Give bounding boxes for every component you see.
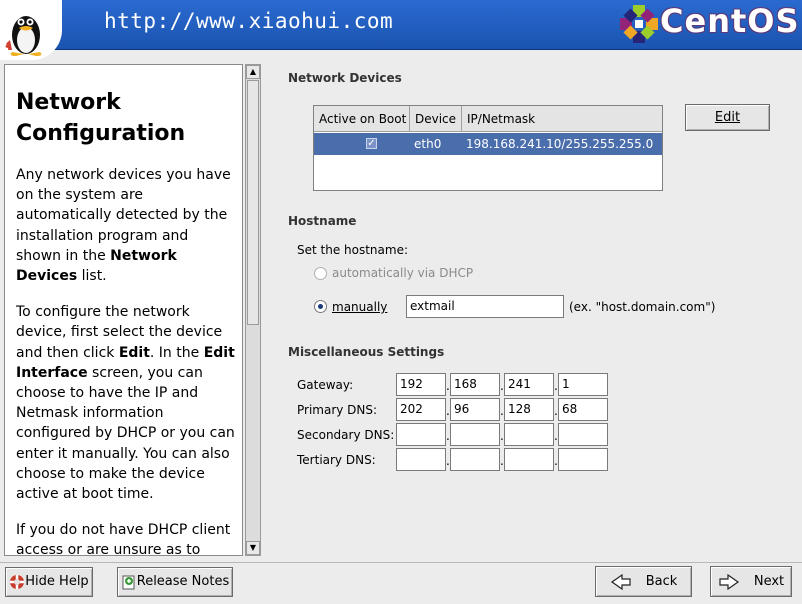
header-url: http://www.xiaohui.com	[104, 9, 394, 33]
ip-octet-input[interactable]: 241	[504, 373, 554, 396]
misc-row-label: Tertiary DNS:	[297, 453, 376, 467]
tux-logo	[0, 0, 62, 60]
misc-row-label: Secondary DNS:	[297, 428, 395, 442]
help-paragraph: If you do not have DHCP client access or…	[16, 520, 236, 556]
ip-octet-input[interactable]	[396, 423, 446, 446]
edit-button[interactable]: Edit	[685, 104, 770, 131]
scroll-down-button[interactable]: ▼	[246, 541, 260, 555]
ip-octet-input[interactable]: 1	[558, 373, 608, 396]
ip-octet-input[interactable]	[450, 448, 500, 471]
help-title: Network Configuration	[16, 87, 242, 149]
help-text: If you do not have DHCP client access or…	[16, 522, 231, 556]
ip-netmask-cell: 198.168.241.10/255.255.255.0	[466, 137, 654, 151]
hostname-title: Hostname	[288, 214, 357, 228]
help-text: list.	[77, 268, 107, 285]
dhcp-radio[interactable]	[314, 267, 327, 280]
help-scrollbar[interactable]: ▲ ▼	[245, 64, 261, 556]
ip-octet-input[interactable]	[504, 423, 554, 446]
ip-octet-input[interactable]: 128	[504, 398, 554, 421]
next-label: Next	[753, 574, 785, 589]
release-notes-button[interactable]: Release Notes	[117, 567, 233, 597]
help-title-line1: Network	[16, 90, 121, 115]
ip-octet-input[interactable]: 202	[396, 398, 446, 421]
hostname-example: (ex. "host.domain.com")	[569, 300, 716, 314]
ip-octet-input[interactable]	[396, 448, 446, 471]
network-devices-title: Network Devices	[288, 71, 402, 85]
ip-octet-input[interactable]	[558, 423, 608, 446]
back-button[interactable]: Back	[595, 566, 692, 597]
dhcp-option-label[interactable]: automatically via DHCP	[332, 266, 473, 280]
help-paragraph: To configure the network device, first s…	[16, 302, 236, 504]
misc-row-label: Gateway:	[297, 378, 354, 392]
release-notes-label: Release Notes	[136, 574, 230, 589]
device-cell: eth0	[414, 137, 442, 151]
active-on-boot-checkbox[interactable]: ✓	[366, 138, 377, 149]
footer-divider	[0, 562, 802, 563]
back-label: Back	[645, 574, 678, 589]
edit-button-label: Edit	[714, 110, 741, 125]
ip-octet-input[interactable]: 68	[558, 398, 608, 421]
next-arrow-icon	[719, 573, 739, 590]
network-devices-table[interactable]: Active on Boot Device IP/Netmask ✓ eth0 …	[313, 105, 663, 191]
column-header-ip-netmask[interactable]: IP/Netmask	[462, 106, 662, 132]
ip-octet-input[interactable]	[504, 448, 554, 471]
misc-settings-title: Miscellaneous Settings	[288, 345, 445, 359]
column-header-active-on-boot[interactable]: Active on Boot	[314, 106, 410, 132]
scroll-thumb[interactable]	[247, 80, 259, 325]
next-button[interactable]: Next	[710, 566, 792, 597]
manual-radio[interactable]	[314, 300, 327, 313]
help-text: . In the	[149, 344, 204, 361]
ip-octet-input[interactable]: 168	[450, 373, 500, 396]
ip-octet-input[interactable]: 96	[450, 398, 500, 421]
back-arrow-icon	[610, 573, 631, 590]
help-body: Any network devices you have on the syst…	[5, 165, 242, 556]
misc-row-label: Primary DNS:	[297, 403, 378, 417]
help-panel: Network Configuration Any network device…	[4, 64, 243, 556]
tux-icon	[3, 16, 42, 56]
manual-option-label[interactable]: manually	[332, 300, 387, 314]
help-title-line2: Configuration	[16, 121, 186, 146]
hostname-input[interactable]: extmail	[406, 295, 564, 318]
hide-help-button[interactable]: Hide Help	[5, 567, 93, 597]
help-paragraph: Any network devices you have on the syst…	[16, 165, 236, 286]
column-header-device[interactable]: Device	[410, 106, 462, 132]
help-bold-term: Edit	[118, 344, 150, 361]
ip-octet-input[interactable]	[450, 423, 500, 446]
header-banner: http://www.xiaohui.com CentOS	[0, 0, 802, 60]
centos-logo-icon	[620, 5, 658, 43]
centos-wordmark: CentOS	[660, 2, 800, 40]
release-notes-icon	[122, 575, 135, 589]
hostname-prompt: Set the hostname:	[297, 243, 409, 257]
ip-octet-input[interactable]: 192	[396, 373, 446, 396]
hide-help-label: Hide Help	[25, 574, 89, 589]
scroll-up-button[interactable]: ▲	[246, 65, 260, 79]
help-text: screen, you can choose to have the IP an…	[16, 364, 235, 503]
lifebuoy-icon	[10, 574, 25, 589]
table-row[interactable]: ✓ eth0 198.168.241.10/255.255.255.0	[314, 133, 662, 155]
ip-octet-input[interactable]	[558, 448, 608, 471]
